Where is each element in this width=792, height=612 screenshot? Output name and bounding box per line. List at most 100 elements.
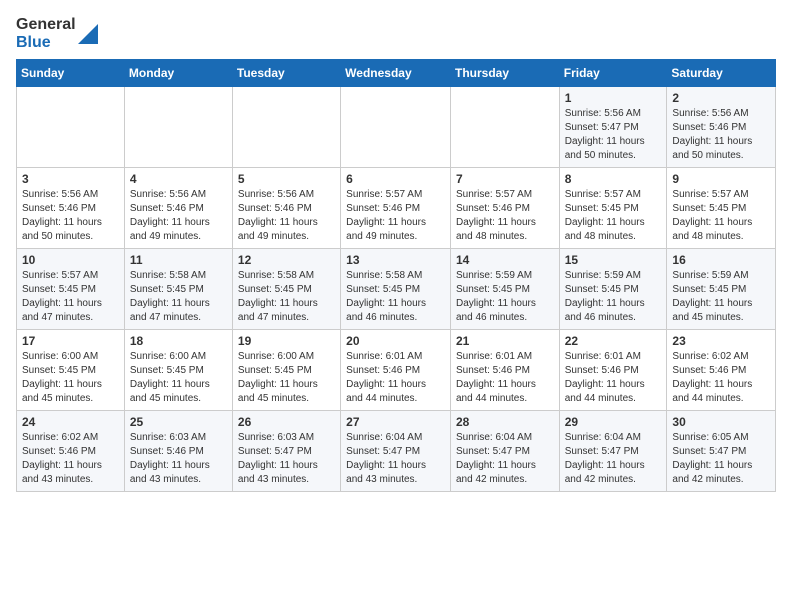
day-info: Sunrise: 6:00 AM Sunset: 5:45 PM Dayligh… xyxy=(130,350,227,406)
day-of-week-header: Saturday xyxy=(667,60,776,87)
calendar-cell: 28 Sunrise: 6:04 AM Sunset: 5:47 PM Dayli… xyxy=(450,411,559,492)
day-number: 2 xyxy=(672,91,770,105)
day-info: Sunrise: 5:58 AM Sunset: 5:45 PM Dayligh… xyxy=(130,269,227,325)
day-info: Sunrise: 6:03 AM Sunset: 5:47 PM Dayligh… xyxy=(238,431,335,487)
calendar-week-row: 17 Sunrise: 6:00 AM Sunset: 5:45 PM Dayli… xyxy=(17,330,776,411)
day-number: 4 xyxy=(130,172,227,186)
calendar-cell: 6Sunrise: 5:57 AM Sunset: 5:46 PM Daylig… xyxy=(341,168,451,249)
day-info: Sunrise: 5:57 AM Sunset: 5:46 PM Dayligh… xyxy=(456,188,554,244)
day-number: 23 xyxy=(672,334,770,348)
calendar-cell: 18 Sunrise: 6:00 AM Sunset: 5:45 PM Dayli… xyxy=(124,330,232,411)
logo-text-block: General Blue xyxy=(16,16,76,51)
day-info: Sunrise: 5:56 AM Sunset: 5:46 PM Dayligh… xyxy=(130,188,227,244)
day-of-week-header: Tuesday xyxy=(232,60,340,87)
calendar-cell: 2Sunrise: 5:56 AM Sunset: 5:46 PM Daylig… xyxy=(667,87,776,168)
day-number: 28 xyxy=(456,415,554,429)
day-info: Sunrise: 5:59 AM Sunset: 5:45 PM Dayligh… xyxy=(565,269,662,325)
calendar-cell: 30Sunrise: 6:05 AM Sunset: 5:47 PM Dayli… xyxy=(667,411,776,492)
calendar-cell: 8 Sunrise: 5:57 AM Sunset: 5:45 PM Daylig… xyxy=(559,168,667,249)
day-of-week-header: Wednesday xyxy=(341,60,451,87)
calendar-cell xyxy=(17,87,125,168)
day-of-week-header: Monday xyxy=(124,60,232,87)
calendar-cell: 15 Sunrise: 5:59 AM Sunset: 5:45 PM Dayli… xyxy=(559,249,667,330)
day-info: Sunrise: 6:01 AM Sunset: 5:46 PM Dayligh… xyxy=(346,350,445,406)
calendar-cell: 10 Sunrise: 5:57 AM Sunset: 5:45 PM Dayli… xyxy=(17,249,125,330)
calendar-cell: 11 Sunrise: 5:58 AM Sunset: 5:45 PM Dayli… xyxy=(124,249,232,330)
calendar-week-row: 24 Sunrise: 6:02 AM Sunset: 5:46 PM Dayli… xyxy=(17,411,776,492)
calendar-cell: 14 Sunrise: 5:59 AM Sunset: 5:45 PM Dayli… xyxy=(450,249,559,330)
calendar-cell xyxy=(450,87,559,168)
day-info: Sunrise: 5:59 AM Sunset: 5:45 PM Dayligh… xyxy=(456,269,554,325)
day-number: 14 xyxy=(456,253,554,267)
day-number: 26 xyxy=(238,415,335,429)
calendar-cell: 13 Sunrise: 5:58 AM Sunset: 5:45 PM Dayli… xyxy=(341,249,451,330)
day-info: Sunrise: 6:01 AM Sunset: 5:46 PM Dayligh… xyxy=(456,350,554,406)
day-info: Sunrise: 6:05 AM Sunset: 5:47 PM Dayligh… xyxy=(672,431,770,487)
day-info: Sunrise: 6:02 AM Sunset: 5:46 PM Dayligh… xyxy=(22,431,119,487)
day-info: Sunrise: 5:59 AM Sunset: 5:45 PM Dayligh… xyxy=(672,269,770,325)
calendar-cell: 22 Sunrise: 6:01 AM Sunset: 5:46 PM Dayli… xyxy=(559,330,667,411)
day-info: Sunrise: 6:03 AM Sunset: 5:46 PM Dayligh… xyxy=(130,431,227,487)
calendar-cell: 20 Sunrise: 6:01 AM Sunset: 5:46 PM Dayli… xyxy=(341,330,451,411)
day-number: 5 xyxy=(238,172,335,186)
calendar-header: SundayMondayTuesdayWednesdayThursdayFrid… xyxy=(17,60,776,87)
calendar-cell: 21 Sunrise: 6:01 AM Sunset: 5:46 PM Dayli… xyxy=(450,330,559,411)
day-info: Sunrise: 5:58 AM Sunset: 5:45 PM Dayligh… xyxy=(346,269,445,325)
day-number: 3 xyxy=(22,172,119,186)
day-info: Sunrise: 5:56 AM Sunset: 5:46 PM Dayligh… xyxy=(238,188,335,244)
day-of-week-header: Sunday xyxy=(17,60,125,87)
day-info: Sunrise: 6:04 AM Sunset: 5:47 PM Dayligh… xyxy=(346,431,445,487)
day-info: Sunrise: 6:01 AM Sunset: 5:46 PM Dayligh… xyxy=(565,350,662,406)
calendar-cell: 17Sunrise: 6:00 AM Sunset: 5:45 PM Dayli… xyxy=(17,330,125,411)
calendar-cell xyxy=(341,87,451,168)
calendar-cell: 16 Sunrise: 5:59 AM Sunset: 5:45 PM Dayli… xyxy=(667,249,776,330)
day-number: 18 xyxy=(130,334,227,348)
calendar-week-row: 10 Sunrise: 5:57 AM Sunset: 5:45 PM Dayli… xyxy=(17,249,776,330)
day-of-week-header: Thursday xyxy=(450,60,559,87)
day-number: 20 xyxy=(346,334,445,348)
day-number: 22 xyxy=(565,334,662,348)
day-number: 17 xyxy=(22,334,119,348)
day-number: 15 xyxy=(565,253,662,267)
calendar-cell: 19 Sunrise: 6:00 AM Sunset: 5:45 PM Dayli… xyxy=(232,330,340,411)
day-number: 19 xyxy=(238,334,335,348)
calendar-cell xyxy=(232,87,340,168)
day-number: 24 xyxy=(22,415,119,429)
day-info: Sunrise: 5:56 AM Sunset: 5:47 PM Dayligh… xyxy=(565,107,662,163)
day-info: Sunrise: 5:56 AM Sunset: 5:46 PM Dayligh… xyxy=(22,188,119,244)
calendar-cell: 29Sunrise: 6:04 AM Sunset: 5:47 PM Dayli… xyxy=(559,411,667,492)
calendar-cell: 3 Sunrise: 5:56 AM Sunset: 5:46 PM Daylig… xyxy=(17,168,125,249)
day-number: 25 xyxy=(130,415,227,429)
day-info: Sunrise: 6:04 AM Sunset: 5:47 PM Dayligh… xyxy=(565,431,662,487)
day-of-week-header: Friday xyxy=(559,60,667,87)
day-number: 8 xyxy=(565,172,662,186)
logo: General Blue xyxy=(16,16,98,51)
day-number: 10 xyxy=(22,253,119,267)
calendar-cell: 12 Sunrise: 5:58 AM Sunset: 5:45 PM Dayli… xyxy=(232,249,340,330)
day-info: Sunrise: 5:57 AM Sunset: 5:45 PM Dayligh… xyxy=(22,269,119,325)
day-info: Sunrise: 5:57 AM Sunset: 5:45 PM Dayligh… xyxy=(565,188,662,244)
day-number: 27 xyxy=(346,415,445,429)
day-info: Sunrise: 5:58 AM Sunset: 5:45 PM Dayligh… xyxy=(238,269,335,325)
page-header: General Blue xyxy=(16,16,776,51)
calendar-cell: 26 Sunrise: 6:03 AM Sunset: 5:47 PM Dayli… xyxy=(232,411,340,492)
calendar-cell: 5 Sunrise: 5:56 AM Sunset: 5:46 PM Daylig… xyxy=(232,168,340,249)
day-number: 12 xyxy=(238,253,335,267)
day-number: 16 xyxy=(672,253,770,267)
day-number: 21 xyxy=(456,334,554,348)
logo-container: General Blue xyxy=(16,16,98,51)
day-info: Sunrise: 6:00 AM Sunset: 5:45 PM Dayligh… xyxy=(238,350,335,406)
day-number: 6 xyxy=(346,172,445,186)
calendar-cell: 7Sunrise: 5:57 AM Sunset: 5:46 PM Daylig… xyxy=(450,168,559,249)
day-info: Sunrise: 6:04 AM Sunset: 5:47 PM Dayligh… xyxy=(456,431,554,487)
calendar-cell: 4 Sunrise: 5:56 AM Sunset: 5:46 PM Daylig… xyxy=(124,168,232,249)
day-info: Sunrise: 6:02 AM Sunset: 5:46 PM Dayligh… xyxy=(672,350,770,406)
calendar-week-row: 1Sunrise: 5:56 AM Sunset: 5:47 PM Daylig… xyxy=(17,87,776,168)
calendar-table: SundayMondayTuesdayWednesdayThursdayFrid… xyxy=(16,59,776,492)
calendar-body: 1Sunrise: 5:56 AM Sunset: 5:47 PM Daylig… xyxy=(17,87,776,492)
calendar-cell: 23 Sunrise: 6:02 AM Sunset: 5:46 PM Dayli… xyxy=(667,330,776,411)
calendar-cell: 24 Sunrise: 6:02 AM Sunset: 5:46 PM Dayli… xyxy=(17,411,125,492)
day-number: 13 xyxy=(346,253,445,267)
calendar-cell xyxy=(124,87,232,168)
day-number: 11 xyxy=(130,253,227,267)
